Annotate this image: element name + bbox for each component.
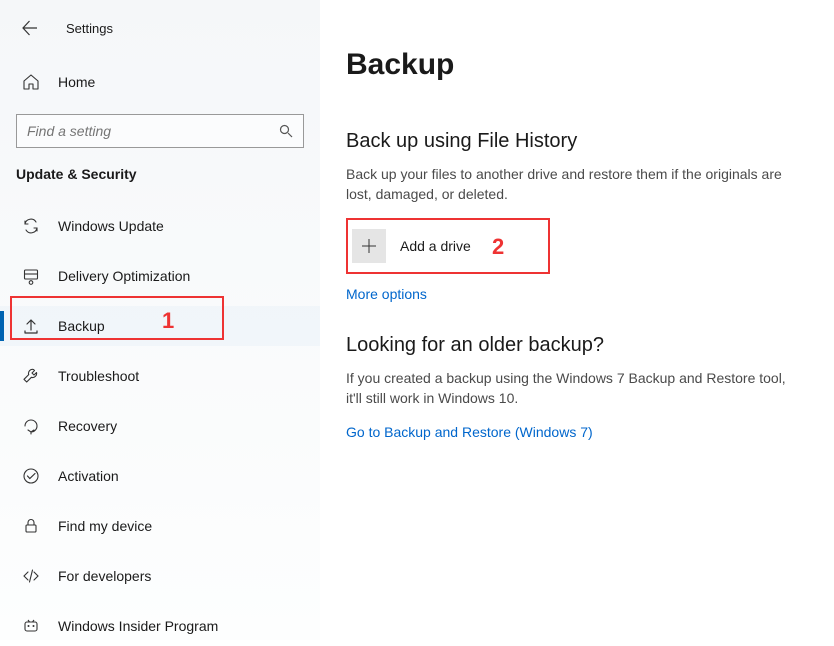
sidebar-item-label: Backup bbox=[58, 318, 105, 334]
sidebar-item-troubleshoot[interactable]: Troubleshoot bbox=[0, 356, 320, 396]
annotation-number-1: 1 bbox=[162, 308, 174, 334]
home-icon bbox=[22, 73, 40, 91]
app-title: Settings bbox=[66, 21, 113, 36]
section-older-backup-title: Looking for an older backup? bbox=[346, 334, 800, 357]
search-box[interactable] bbox=[16, 114, 304, 148]
sidebar-item-label: Delivery Optimization bbox=[58, 268, 190, 284]
backup-restore-win7-link[interactable]: Go to Backup and Restore (Windows 7) bbox=[346, 424, 593, 440]
more-options-link[interactable]: More options bbox=[346, 286, 427, 302]
recovery-icon bbox=[22, 417, 40, 435]
arrow-left-icon bbox=[22, 20, 38, 36]
sidebar-item-windows-update[interactable]: Windows Update bbox=[0, 206, 320, 246]
sync-icon bbox=[22, 217, 40, 235]
sidebar-item-label: Windows Insider Program bbox=[58, 618, 218, 634]
sidebar-item-label: Recovery bbox=[58, 418, 117, 434]
sidebar-item-label: Activation bbox=[58, 468, 119, 484]
sidebar-item-recovery[interactable]: Recovery bbox=[0, 406, 320, 446]
sidebar-item-label: Find my device bbox=[58, 518, 152, 534]
delivery-icon bbox=[22, 267, 40, 285]
annotation-number-2: 2 bbox=[492, 234, 504, 260]
sidebar-item-for-developers[interactable]: For developers bbox=[0, 556, 320, 596]
sidebar-item-windows-insider[interactable]: Windows Insider Program bbox=[0, 606, 320, 646]
search-input[interactable] bbox=[27, 123, 279, 139]
developer-icon bbox=[22, 567, 40, 585]
plus-icon bbox=[352, 229, 386, 263]
add-drive-button[interactable]: Add a drive bbox=[346, 218, 550, 274]
sidebar-item-backup[interactable]: Backup bbox=[0, 306, 320, 346]
sidebar-item-label: Windows Update bbox=[58, 218, 164, 234]
section-file-history-title: Back up using File History bbox=[346, 130, 800, 153]
backup-icon bbox=[22, 317, 40, 335]
add-drive-label: Add a drive bbox=[400, 238, 471, 254]
sidebar-item-home[interactable]: Home bbox=[0, 62, 320, 102]
sidebar-category-title: Update & Security bbox=[0, 166, 320, 196]
sidebar-item-delivery-optimization[interactable]: Delivery Optimization bbox=[0, 256, 320, 296]
insider-icon bbox=[22, 617, 40, 635]
lock-icon bbox=[22, 517, 40, 535]
sidebar-item-label: Troubleshoot bbox=[58, 368, 139, 384]
sidebar-item-activation[interactable]: Activation bbox=[0, 456, 320, 496]
wrench-icon bbox=[22, 367, 40, 385]
section-older-backup-desc: If you created a backup using the Window… bbox=[346, 369, 786, 408]
sidebar-item-find-my-device[interactable]: Find my device bbox=[0, 506, 320, 546]
search-icon bbox=[279, 124, 293, 138]
page-title: Backup bbox=[346, 48, 800, 82]
checkmark-circle-icon bbox=[22, 467, 40, 485]
sidebar-item-label: For developers bbox=[58, 568, 151, 584]
sidebar-item-label: Home bbox=[58, 74, 95, 90]
section-file-history-desc: Back up your files to another drive and … bbox=[346, 165, 786, 204]
back-button[interactable] bbox=[10, 8, 50, 48]
